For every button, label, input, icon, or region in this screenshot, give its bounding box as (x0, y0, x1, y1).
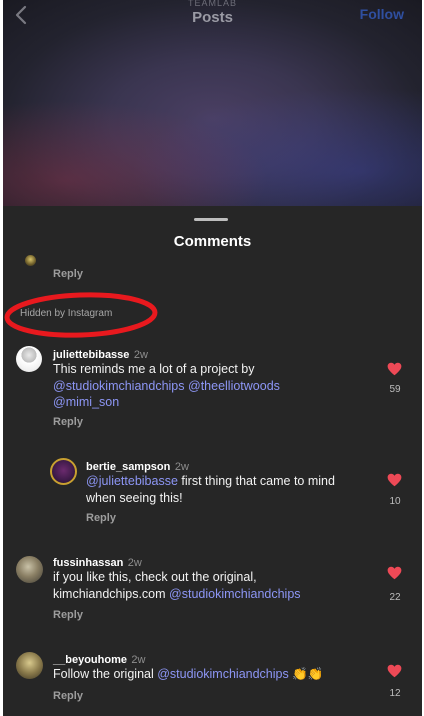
comment-text: @juliettebibasse first thing that came t… (86, 473, 376, 506)
comment-text: This reminds me a lot of a project by @s… (53, 361, 353, 411)
reply-button[interactable]: Reply (53, 268, 83, 280)
comments-title: Comments (173, 233, 252, 250)
like-count: 10 (389, 496, 401, 507)
sheet-drag-handle[interactable] (194, 218, 228, 221)
avatar[interactable] (25, 255, 36, 266)
comment-username[interactable]: fussinhassan (53, 557, 123, 569)
comment-body: first thing that came to mind (181, 474, 335, 488)
comment-link[interactable]: kimchiandchips.com (53, 587, 166, 601)
comment-text: if you like this, check out the original… (53, 569, 373, 602)
like-count: 22 (389, 592, 401, 603)
comment-time: 2w (133, 349, 148, 361)
comment-time: 2w (131, 654, 146, 666)
top-bar: TEAMLAB Posts Follow (3, 0, 422, 34)
avatar[interactable] (50, 458, 77, 485)
avatar[interactable] (16, 652, 43, 679)
avatar[interactable] (16, 346, 42, 372)
reply-button[interactable]: Reply (53, 690, 83, 702)
phone-screen: TEAMLAB Posts Follow Comments Reply Hidd… (3, 0, 422, 716)
follow-button[interactable]: Follow (360, 6, 404, 22)
comment-username[interactable]: __beyouhome (53, 654, 127, 666)
comment-text: Follow the original @studiokimchiandchip… (53, 666, 383, 683)
heart-icon[interactable] (387, 664, 402, 678)
avatar[interactable] (16, 556, 43, 583)
mention-link[interactable]: @studiokimchiandchips (53, 379, 185, 393)
heart-icon[interactable] (387, 362, 402, 376)
comment-body: Follow the original (53, 667, 154, 681)
reply-button[interactable]: Reply (86, 512, 116, 524)
comment-time: 2w (174, 461, 189, 473)
reply-button[interactable]: Reply (53, 416, 83, 428)
mention-link[interactable]: @mimi_son (53, 395, 119, 409)
reply-button[interactable]: Reply (53, 609, 83, 621)
comment-time: 2w (127, 557, 142, 569)
comments-sheet: Comments Reply Hidden by Instagram julie… (3, 206, 422, 716)
red-annotation-ellipse (4, 292, 158, 338)
comment-username[interactable]: bertie_sampson (86, 461, 170, 473)
like-count: 12 (389, 688, 401, 699)
post-glow (3, 40, 422, 215)
comment-body: if you like this, check out the original… (53, 570, 257, 584)
post-background: TEAMLAB Posts Follow (3, 0, 422, 215)
mention-link[interactable]: @theelliotwoods (188, 379, 280, 393)
mention-link[interactable]: @studiokimchiandchips (169, 587, 301, 601)
like-count: 59 (389, 384, 401, 395)
mention-link[interactable]: @juliettebibasse (86, 474, 178, 488)
comment-username[interactable]: juliettebibasse (53, 349, 129, 361)
clap-emoji: 👏👏 (292, 667, 324, 681)
comment-body: This reminds me a lot of a project by (53, 362, 255, 376)
heart-icon[interactable] (387, 473, 402, 487)
comment-body: when seeing this! (86, 490, 183, 505)
heart-icon[interactable] (387, 566, 402, 580)
mention-link[interactable]: @studiokimchiandchips (157, 667, 289, 681)
